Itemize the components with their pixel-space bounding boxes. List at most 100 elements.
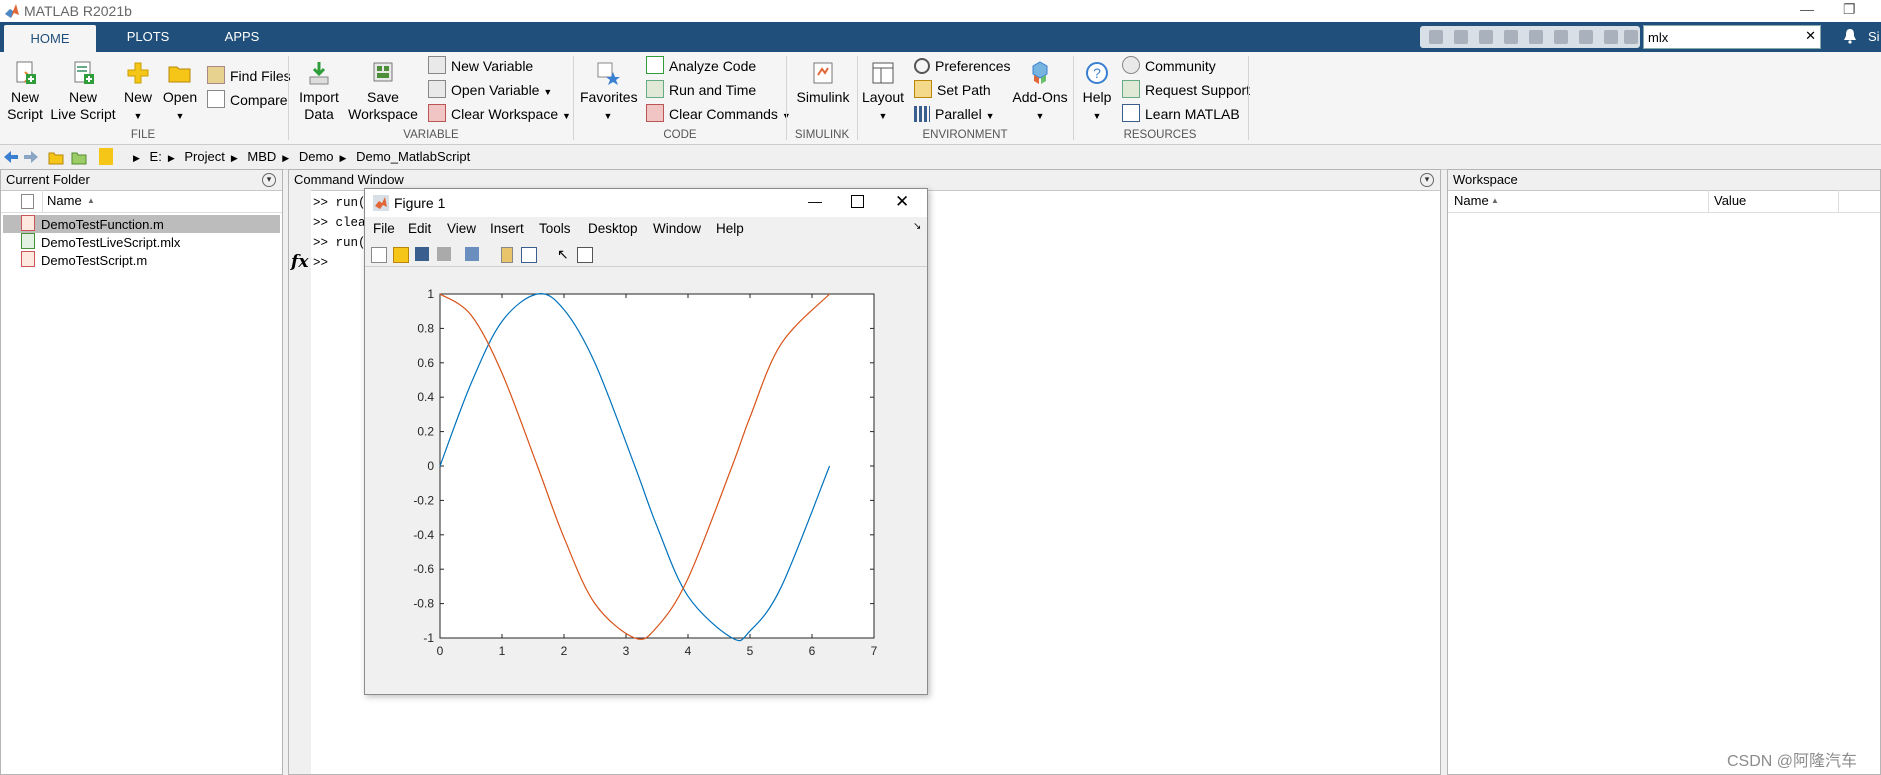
new-figure-icon[interactable] [371, 247, 387, 263]
edit-plot-cursor-icon[interactable]: ↖ [557, 247, 571, 261]
menu-tools[interactable]: Tools [539, 221, 571, 236]
breadcrumb-drive[interactable]: E: [150, 149, 162, 164]
save-workspace-button[interactable]: Save Workspace [348, 60, 418, 123]
up-folder-icon[interactable] [48, 149, 64, 165]
save-icon[interactable] [1429, 30, 1443, 44]
undo-icon[interactable] [1529, 30, 1543, 44]
group-divider [786, 56, 787, 140]
figure-maximize-button[interactable] [851, 195, 864, 208]
bell-icon[interactable] [1843, 28, 1857, 44]
sign-in-label[interactable]: Si [1868, 29, 1880, 44]
clear-search-icon[interactable]: ✕ [1805, 28, 1816, 44]
favorites-button[interactable]: Favorites ▼ [580, 60, 638, 125]
colorbar-icon[interactable] [501, 247, 513, 263]
new-variable-button[interactable]: New Variable [428, 56, 533, 76]
open-file-icon[interactable] [393, 247, 409, 263]
dock-arrow-icon[interactable]: ↘ [913, 221, 921, 232]
menu-file[interactable]: File [373, 221, 395, 236]
run-and-time-button[interactable]: Run and Time [646, 80, 756, 100]
layout-button[interactable]: Layout ▼ [862, 60, 904, 125]
command-prompt[interactable]: >> [313, 256, 328, 270]
breadcrumb-demo-matlabscript[interactable]: Demo_MatlabScript [356, 149, 470, 164]
list-item[interactable]: DemoTestScript.m [3, 251, 280, 269]
simulink-button[interactable]: Simulink [795, 60, 851, 106]
workspace-name-header[interactable]: Name [1454, 190, 1489, 212]
search-box[interactable]: ✕ [1643, 25, 1821, 49]
figure-title: Figure 1 [394, 195, 446, 211]
learn-matlab-button[interactable]: Learn MATLAB [1122, 104, 1240, 124]
pane-options-icon[interactable]: ▾ [1420, 173, 1434, 187]
tab-apps[interactable]: APPS [210, 22, 274, 52]
plot-axes[interactable]: 1 0.8 0.6 0.4 0.2 0 -0.2 -0.4 -0.6 -0.8 -1 0 1 2 3 4 5 6… [365, 267, 925, 694]
current-folder-title: Current Folder [1, 170, 282, 191]
tab-plots[interactable]: PLOTS [116, 22, 180, 52]
community-button[interactable]: Community [1122, 56, 1216, 76]
y-tick-label: 0.8 [417, 321, 434, 335]
link-plot-icon[interactable] [465, 247, 479, 261]
print-icon[interactable] [437, 247, 451, 261]
help-icon[interactable] [1604, 30, 1618, 44]
menu-insert[interactable]: Insert [490, 221, 524, 236]
request-support-button[interactable]: Request Support [1122, 80, 1250, 100]
parallel-button[interactable]: Parallel ▼ [914, 104, 995, 124]
figure-window[interactable]: Figure 1 — ✕ File Edit View Insert Tools… [364, 188, 928, 695]
redo-icon[interactable] [1554, 30, 1568, 44]
clear-commands-button[interactable]: Clear Commands ▼ [646, 104, 791, 124]
figure-close-button[interactable]: ✕ [895, 192, 909, 212]
browse-folder-icon[interactable] [71, 149, 87, 165]
analyze-code-icon [646, 56, 664, 74]
help-button[interactable]: ? Help ▼ [1078, 60, 1116, 125]
new-live-script-button[interactable]: New Live Script [50, 60, 116, 123]
menu-view[interactable]: View [447, 221, 476, 236]
set-path-button[interactable]: Set Path [914, 80, 991, 100]
group-divider [1073, 56, 1074, 140]
menu-help[interactable]: Help [716, 221, 744, 236]
clear-workspace-button[interactable]: Clear Workspace ▼ [428, 104, 571, 124]
new-button[interactable]: New ▼ [120, 60, 156, 125]
find-files-button[interactable]: Find Files [207, 66, 291, 86]
switch-windows-icon[interactable] [1579, 30, 1593, 44]
svg-text:?: ? [1093, 65, 1101, 81]
y-tick-label: 0.6 [417, 356, 434, 370]
analyze-code-button[interactable]: Analyze Code [646, 56, 756, 76]
figure-toolbar: ↖ [365, 242, 927, 267]
workspace-value-header[interactable]: Value [1714, 190, 1746, 212]
property-inspector-icon[interactable] [577, 247, 593, 263]
menu-window[interactable]: Window [653, 221, 701, 236]
import-data-button[interactable]: Import Data [294, 60, 344, 123]
list-item[interactable]: DemoTestLiveScript.mlx [3, 233, 280, 251]
preferences-button[interactable]: Preferences [914, 56, 1010, 76]
forward-arrow-icon[interactable] [23, 150, 39, 164]
pane-options-icon[interactable]: ▾ [262, 173, 276, 187]
legend-icon[interactable] [521, 247, 537, 263]
layout-icon [872, 62, 894, 84]
save-workspace-icon [373, 62, 393, 82]
back-arrow-icon[interactable] [3, 150, 19, 164]
import-data-icon [309, 62, 329, 85]
open-button[interactable]: Open ▼ [162, 60, 198, 125]
list-item[interactable]: DemoTestFunction.m [3, 215, 280, 233]
add-ons-button[interactable]: Add-Ons ▼ [1012, 60, 1068, 125]
breadcrumb-demo[interactable]: Demo [299, 149, 334, 164]
menu-desktop[interactable]: Desktop [588, 221, 638, 236]
function-file-icon [21, 215, 35, 231]
restore-button[interactable]: ❐ [1843, 1, 1856, 18]
open-variable-button[interactable]: Open Variable ▼ [428, 80, 552, 100]
breadcrumb-mbd[interactable]: MBD [247, 149, 276, 164]
breadcrumb-project[interactable]: Project [184, 149, 224, 164]
compare-button[interactable]: Compare [207, 90, 288, 110]
paste-icon[interactable] [1504, 30, 1518, 44]
function-browser-icon[interactable]: fx [291, 252, 308, 272]
minimize-button[interactable]: — [1800, 1, 1814, 17]
menu-edit[interactable]: Edit [408, 221, 431, 236]
figure-minimize-button[interactable]: — [808, 193, 822, 209]
save-figure-icon[interactable] [415, 247, 429, 261]
dropdown-icon[interactable] [1624, 30, 1638, 44]
tab-home[interactable]: HOME [4, 25, 96, 52]
copy-icon[interactable] [1479, 30, 1493, 44]
cut-icon[interactable] [1454, 30, 1468, 44]
search-input[interactable] [1644, 26, 1802, 48]
figure-menubar: File Edit View Insert Tools Desktop Wind… [365, 217, 927, 241]
name-column-header[interactable]: Name [47, 190, 82, 212]
new-script-button[interactable]: New Script [4, 60, 46, 123]
